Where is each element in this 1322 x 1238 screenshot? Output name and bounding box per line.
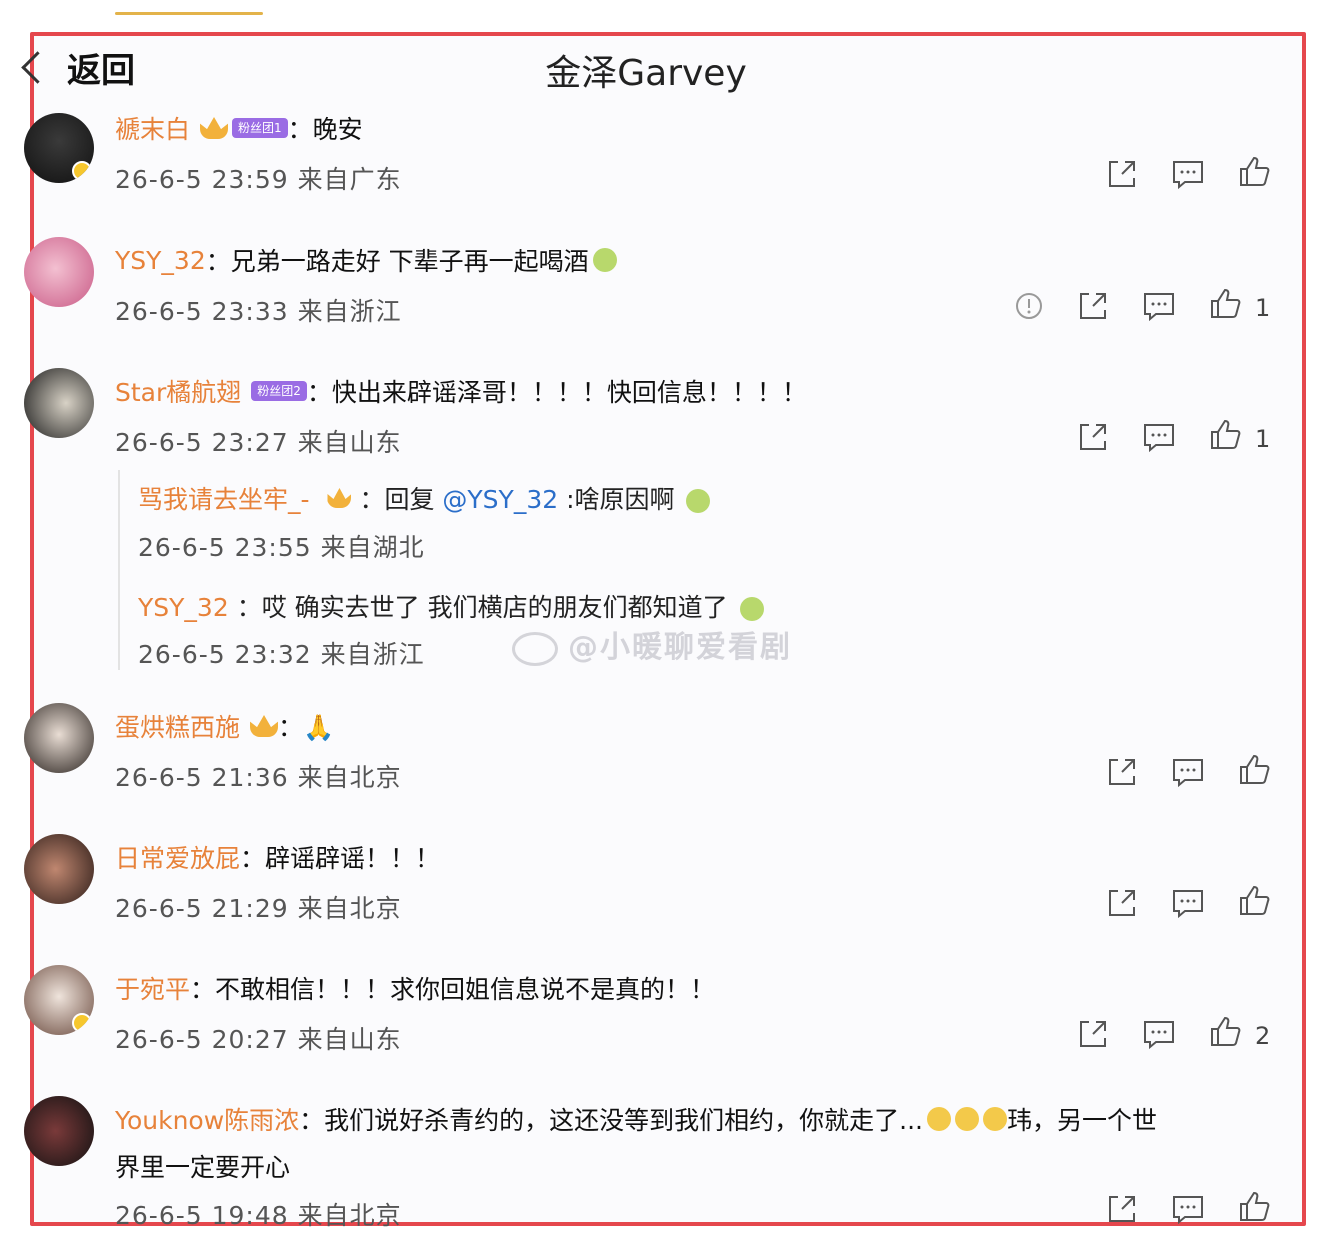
comment-icon[interactable]	[1142, 420, 1176, 454]
share-icon[interactable]	[1076, 1017, 1110, 1051]
comment-text: ：辟谣辟谣！！！	[240, 844, 441, 873]
like-icon[interactable]	[1237, 1190, 1271, 1224]
username[interactable]: 褫末白	[115, 110, 190, 146]
comment-meta: 26-6-5 23:27 来自山东	[115, 428, 402, 457]
reply-meta: 26-6-5 23:55 来自湖北	[138, 533, 425, 562]
username[interactable]: 蛋烘糕西施	[115, 708, 240, 744]
like-icon[interactable]	[1237, 753, 1271, 787]
crown-icon	[200, 117, 229, 139]
like-icon[interactable]	[1208, 418, 1242, 452]
comment-text: ：🙏	[278, 713, 335, 742]
share-icon[interactable]	[1076, 289, 1110, 323]
username[interactable]: 于宛平	[115, 970, 190, 1006]
reply-meta: 26-6-5 23:32 来自浙江	[138, 640, 425, 669]
report-icon[interactable]	[1012, 289, 1046, 323]
crying-emoji-icon	[592, 248, 617, 272]
reply-item: 骂我请去坐牢_- ：回复 @YSY_32 :啥原因啊	[138, 480, 711, 516]
crying-emoji-icon	[927, 1107, 951, 1131]
username[interactable]: Star橘航翅	[115, 373, 241, 409]
crying-emoji-icon	[686, 489, 711, 513]
fan-badge: 粉丝团2	[251, 381, 307, 401]
share-icon[interactable]	[1105, 157, 1139, 191]
comment-text-line2: 界里一定要开心	[115, 1153, 291, 1182]
comment-text: ：兄弟一路走好 下辈子再一起喝酒	[205, 247, 589, 276]
crown-icon	[250, 715, 279, 737]
comment-text: ：我们说好杀青约的，这还没等到我们相约，你就走了...	[299, 1106, 923, 1135]
crown-icon	[327, 488, 352, 508]
weibo-logo-icon	[512, 631, 558, 666]
crying-emoji-icon	[955, 1107, 979, 1131]
comment-meta: 26-6-5 23:59 来自广东	[115, 165, 402, 194]
like-icon[interactable]	[1237, 155, 1271, 189]
verified-badge	[72, 1013, 92, 1033]
reply-username[interactable]: YSY_32	[138, 593, 229, 622]
comment-icon[interactable]	[1142, 289, 1176, 323]
comment-text: ：不敢相信！！！求你回姐信息说不是真的！！	[190, 975, 716, 1004]
comment-meta: 26-6-5 21:29 来自北京	[115, 894, 402, 923]
comment-icon[interactable]	[1142, 1017, 1176, 1051]
share-icon[interactable]	[1105, 1192, 1139, 1226]
comment-icon[interactable]	[1171, 886, 1205, 920]
avatar[interactable]	[24, 834, 94, 904]
avatar[interactable]	[24, 1096, 94, 1166]
username[interactable]: 日常爱放屁	[115, 839, 240, 875]
comment-text: ：快出来辟谣泽哥！！！！快回信息！！！！	[306, 378, 807, 407]
reply-item: YSY_32 ：哎 确实去世了 我们横店的朋友们都知道了	[138, 588, 764, 624]
like-count: 2	[1255, 1022, 1271, 1050]
comment-text: ：晚安	[287, 115, 363, 144]
username[interactable]: YSY_32	[115, 246, 206, 275]
avatar[interactable]	[24, 237, 94, 307]
share-icon[interactable]	[1076, 420, 1110, 454]
comment-meta: 26-6-5 20:27 来自山东	[115, 1025, 402, 1054]
like-icon[interactable]	[1208, 1015, 1242, 1049]
reply-username[interactable]: 骂我请去坐牢_-	[138, 485, 310, 514]
comment-icon[interactable]	[1171, 157, 1205, 191]
page-title: 金泽Garvey	[545, 53, 747, 94]
reply-text: ：哎 确实去世了 我们横店的朋友们都知道了	[236, 593, 728, 622]
avatar[interactable]	[24, 703, 94, 773]
reply-text: :啥原因啊	[566, 485, 675, 514]
verified-badge	[72, 161, 92, 181]
share-icon[interactable]	[1105, 755, 1139, 789]
header: 返回 金泽Garvey	[0, 0, 1322, 100]
watermark: @小暖聊爱看剧	[512, 622, 792, 666]
comment-meta: 26-6-5 19:48 来自北京	[115, 1201, 402, 1230]
like-icon[interactable]	[1208, 287, 1242, 321]
mention-link[interactable]: @YSY_32	[442, 485, 558, 514]
crying-emoji-icon	[983, 1107, 1007, 1131]
like-count: 1	[1255, 294, 1271, 322]
comment-text-tail: 玮，另一个世	[1007, 1106, 1158, 1135]
username[interactable]: Youknow陈雨浓	[115, 1101, 299, 1137]
comment-icon[interactable]	[1171, 755, 1205, 789]
share-icon[interactable]	[1105, 886, 1139, 920]
reply-prefix: ：回复	[359, 485, 435, 514]
like-icon[interactable]	[1237, 884, 1271, 918]
fan-badge: 粉丝团1	[232, 118, 288, 138]
crying-emoji-icon	[739, 597, 764, 621]
comment-meta: 26-6-5 21:36 来自北京	[115, 763, 402, 792]
comment-meta: 26-6-5 23:33 来自浙江	[115, 297, 402, 326]
avatar[interactable]	[24, 368, 94, 438]
avatar[interactable]	[24, 965, 94, 1035]
like-count: 1	[1255, 425, 1271, 453]
comment-icon[interactable]	[1171, 1192, 1205, 1226]
avatar[interactable]	[24, 113, 94, 183]
